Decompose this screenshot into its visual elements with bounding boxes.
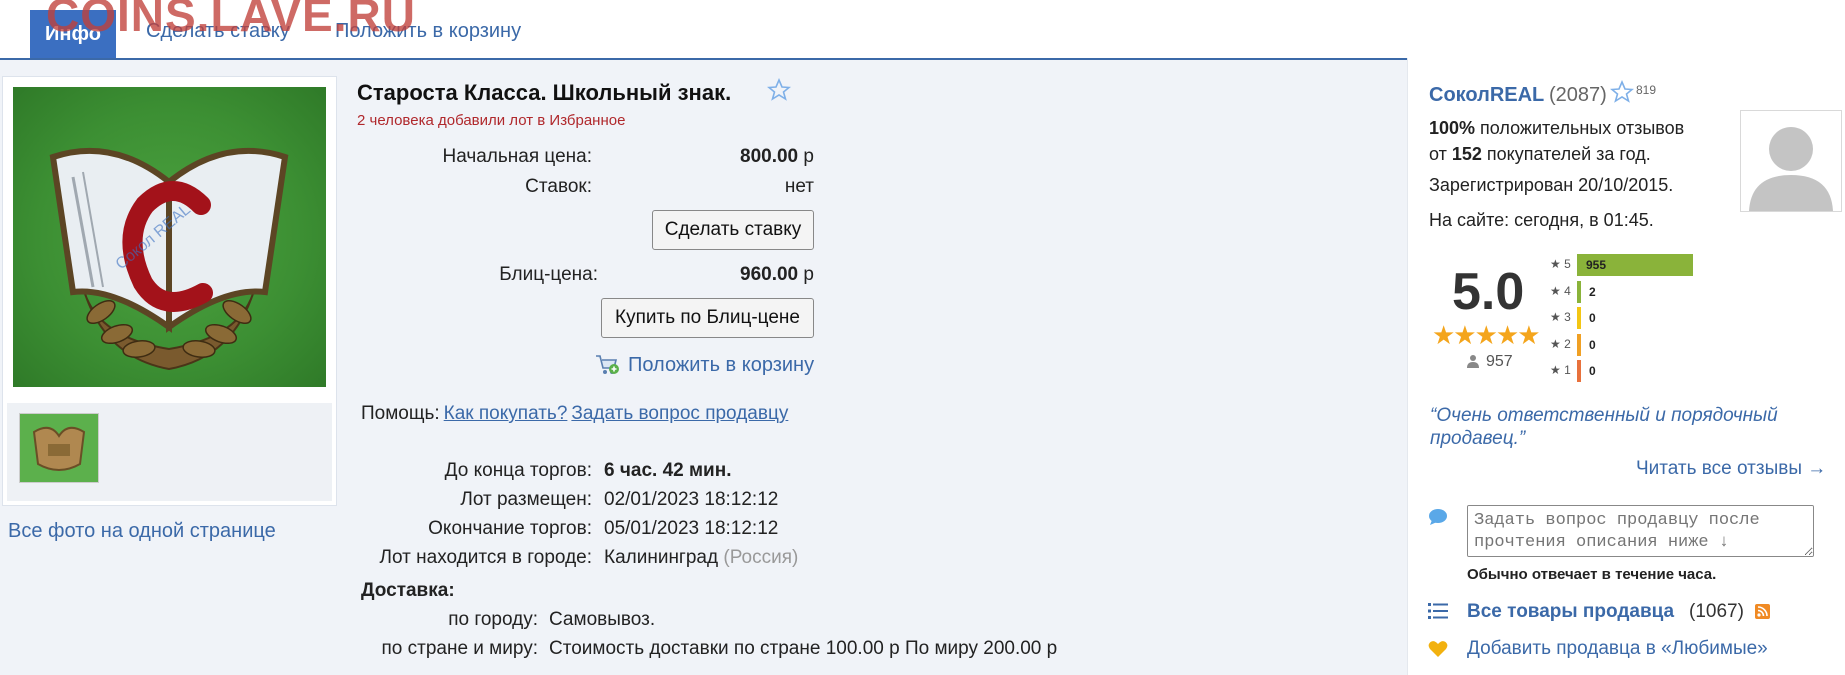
buyers-line: от 152 покупателей за год. bbox=[1429, 144, 1651, 165]
delivery-country-value: Стоимость доставки по стране 100.00 р По… bbox=[549, 638, 1058, 659]
start-price-label: Начальная цена: bbox=[442, 146, 592, 167]
placed-label: Лот размещен: bbox=[460, 489, 592, 510]
thumbnail-strip bbox=[7, 403, 332, 501]
favorite-star-icon[interactable] bbox=[767, 78, 791, 102]
rating-stars: ★★★★★ bbox=[1432, 320, 1541, 350]
voters-value: 957 bbox=[1486, 353, 1513, 370]
rating-bar-count: 0 bbox=[1589, 364, 1596, 378]
voters-count: 957 bbox=[1466, 353, 1513, 371]
help-label: Помощь: bbox=[361, 403, 440, 424]
start-price-value: 800.00 bbox=[740, 146, 799, 167]
rating-bar-label: ★ 4 bbox=[1550, 283, 1571, 298]
online-status: На сайте: сегодня, в 01:45. bbox=[1429, 210, 1654, 230]
ends-label: Окончание торгов: bbox=[428, 518, 592, 539]
rss-icon[interactable] bbox=[1755, 604, 1770, 619]
currency: р bbox=[803, 146, 814, 167]
goods-count: (1067) bbox=[1689, 601, 1744, 622]
rating-bar bbox=[1577, 280, 1581, 303]
positive-text: положительных отзывов bbox=[1475, 118, 1685, 138]
blitz-price: 960.00 р bbox=[700, 264, 814, 286]
blitz-price-label: Блиц-цена: bbox=[499, 264, 598, 285]
all-photos-link[interactable]: Все фото на одной странице bbox=[8, 520, 276, 543]
rating-bar-label: ★ 3 bbox=[1550, 310, 1571, 324]
reply-time-note: Обычно отвечает в течение часа. bbox=[1467, 566, 1717, 583]
buyers-count: 152 bbox=[1451, 144, 1482, 164]
photo-gallery: Сокол REAL bbox=[2, 76, 337, 506]
place-bid-button[interactable]: Сделать ставку bbox=[652, 210, 814, 250]
delivery-city-value: Самовывоз. bbox=[549, 609, 656, 630]
placed-value: 02/01/2023 18:12:12 bbox=[604, 489, 779, 510]
rating-bar-count: 0 bbox=[1589, 311, 1596, 325]
how-to-buy-link[interactable]: Как покупать? bbox=[444, 403, 568, 424]
buyers-text: покупателей за год. bbox=[1481, 144, 1651, 164]
city-label: Лот находится в городе: bbox=[379, 547, 592, 568]
rating-bar-label: ★ 1 bbox=[1550, 363, 1571, 377]
rating-bar-label: ★ 5 bbox=[1550, 257, 1571, 271]
time-left-value: 6 час. 42 мин. bbox=[604, 460, 732, 481]
bids-label: Ставок: bbox=[525, 176, 592, 197]
rating-bar-count: 955 bbox=[1586, 258, 1607, 272]
all-reviews-link[interactable]: Читать все отзывы → bbox=[1636, 458, 1826, 480]
rating-bar bbox=[1577, 307, 1581, 329]
heart-icon bbox=[1428, 641, 1448, 657]
delivery-city-label: по городу: bbox=[448, 609, 538, 630]
city-value: Калининград bbox=[604, 547, 719, 568]
from-text: от bbox=[1429, 144, 1452, 164]
main-photo[interactable]: Сокол REAL bbox=[13, 87, 326, 387]
rating-score: 5.0 bbox=[1452, 263, 1525, 321]
rating-bar-label: ★ 2 bbox=[1550, 336, 1571, 351]
positive-feedback: 100% положительных отзывов bbox=[1429, 118, 1684, 139]
seller-fav-count: 819 bbox=[1636, 83, 1657, 97]
all-seller-goods-link[interactable]: Все товары продавца bbox=[1467, 601, 1674, 623]
buy-blitz-button[interactable]: Купить по Блиц-цене bbox=[601, 298, 814, 338]
lot-title: Староста Класса. Школьный знак. bbox=[357, 80, 732, 105]
rating-bar bbox=[1577, 333, 1581, 356]
watermark: COINS.LAVE.RU bbox=[46, 0, 416, 41]
seller-favorite-star-icon[interactable] bbox=[1610, 80, 1634, 104]
currency: р bbox=[803, 264, 814, 285]
city: Калининград (Россия) bbox=[604, 547, 798, 569]
user-silhouette-icon bbox=[1749, 127, 1833, 211]
speech-bubble-icon bbox=[1429, 509, 1447, 525]
review-quote: “Очень ответственный и порядочный продав… bbox=[1430, 405, 1778, 449]
ends-value: 05/01/2023 18:12:12 bbox=[604, 518, 779, 539]
positive-pct: 100% bbox=[1429, 118, 1476, 138]
time-left-label: До конца торгов: bbox=[444, 460, 592, 481]
seller-avatar[interactable] bbox=[1740, 110, 1842, 212]
badge-back-thumbnail bbox=[32, 426, 86, 471]
seller-name-link[interactable]: СоколREAL bbox=[1429, 84, 1544, 107]
badge-image: Сокол REAL bbox=[49, 147, 289, 371]
cart-add-icon bbox=[596, 355, 619, 374]
rating-bar-count: 0 bbox=[1589, 337, 1596, 352]
ask-seller-link[interactable]: Задать вопрос продавцу bbox=[571, 403, 788, 424]
registered-date: Зарегистрирован 20/10/2015. bbox=[1429, 175, 1674, 195]
rss-glyph bbox=[1757, 606, 1768, 617]
ask-seller-textarea[interactable] bbox=[1467, 505, 1814, 557]
list-icon bbox=[1428, 603, 1448, 619]
bids-value: нет bbox=[784, 176, 814, 197]
delivery-heading: Доставка: bbox=[361, 580, 455, 601]
country-value: (Россия) bbox=[723, 547, 799, 568]
start-price: 800.00 р bbox=[700, 146, 814, 168]
add-seller-favorite-link[interactable]: Добавить продавца в «Любимые» bbox=[1467, 638, 1768, 660]
blitz-price-value: 960.00 bbox=[740, 264, 799, 285]
thumbnail[interactable] bbox=[19, 413, 99, 483]
rating-bar-count: 2 bbox=[1589, 284, 1596, 299]
seller-feedback-count: (2087) bbox=[1549, 84, 1607, 106]
delivery-country-label: по стране и миру: bbox=[381, 638, 538, 659]
help-row: Помощь: Как покупать? Задать вопрос продав… bbox=[361, 403, 788, 425]
rating-bar bbox=[1577, 360, 1581, 382]
favorites-note: 2 человека добавили лот в Избранное bbox=[357, 112, 626, 129]
panel-divider bbox=[1407, 58, 1408, 675]
person-icon bbox=[1467, 355, 1479, 368]
add-to-cart-link[interactable]: Положить в корзину bbox=[628, 354, 814, 377]
